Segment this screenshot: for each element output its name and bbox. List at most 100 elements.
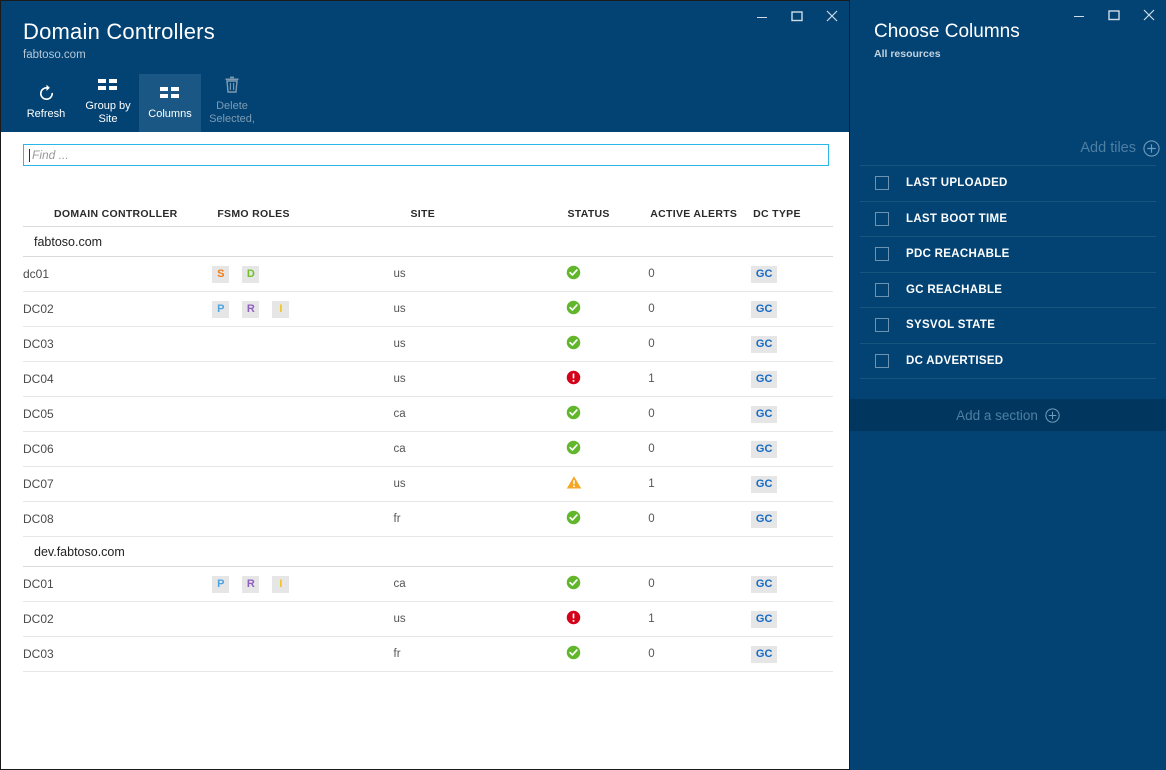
- cell-status: [566, 291, 649, 327]
- cell-site: us: [393, 361, 567, 397]
- cell-dc-type: GC: [751, 636, 833, 672]
- cell-status: [566, 431, 649, 467]
- table-row[interactable]: DC02 us 1 GC: [23, 601, 833, 637]
- column-option-label: SYSVOL STATE: [906, 319, 996, 332]
- table-row[interactable]: DC05 ca 0 GC: [23, 396, 833, 432]
- cell-dc-type: GC: [751, 396, 833, 432]
- table-row[interactable]: DC01 P R Ica 0 GC: [23, 566, 833, 602]
- fsmo-badge-p: P: [212, 575, 230, 593]
- page-subtitle: fabtoso.com: [23, 49, 86, 61]
- table-row[interactable]: dc01 S Dus 0 GC: [23, 256, 833, 292]
- domain-controllers-table: DOMAIN CONTROLLER FSMO ROLES SITE STATUS…: [23, 166, 833, 672]
- close-button[interactable]: [814, 1, 849, 31]
- maximize-icon: [1107, 10, 1120, 21]
- column-header-site[interactable]: SITE: [394, 166, 567, 227]
- delete-selected-label: Delete Selected,: [209, 100, 255, 125]
- cell-site: us: [393, 466, 567, 502]
- fsmo-badge-i: I: [272, 300, 290, 318]
- choose-columns-panel: Choose Columns All resources Add tiles L…: [850, 0, 1166, 770]
- search-wrap: Find ...: [1, 132, 849, 166]
- cell-site: ca: [393, 431, 567, 467]
- checkbox[interactable]: [875, 282, 889, 297]
- table-row[interactable]: DC03 us 0 GC: [23, 326, 833, 362]
- column-option-label: LAST BOOT TIME: [906, 212, 1008, 225]
- column-header-dc-type[interactable]: DC TYPE: [751, 166, 833, 227]
- table-row[interactable]: DC03 fr 0 GC: [23, 636, 833, 672]
- cell-fsmo-roles: [212, 501, 394, 537]
- gc-badge: GC: [751, 475, 778, 493]
- cell-domain-controller: DC03: [23, 326, 213, 362]
- column-option-sysvol-state[interactable]: SYSVOL STATE: [860, 308, 1156, 344]
- table-row[interactable]: DC08 fr 0 GC: [23, 501, 833, 537]
- plus-circle-icon: [1143, 139, 1160, 157]
- cell-fsmo-roles: SD: [212, 256, 394, 292]
- cell-domain-controller: DC05: [23, 396, 213, 432]
- cell-domain-controller: DC04: [23, 361, 213, 397]
- add-a-section-button[interactable]: Add a section: [850, 399, 1166, 431]
- table-row[interactable]: DC02 P R Ius 0 GC: [23, 291, 833, 327]
- checkbox[interactable]: [875, 176, 889, 191]
- cell-site: ca: [393, 396, 567, 432]
- gc-badge: GC: [751, 440, 778, 458]
- columns-label: Columns: [148, 108, 192, 120]
- minimize-icon: [756, 17, 767, 18]
- column-header-status[interactable]: STATUS: [566, 166, 648, 227]
- column-option-last-uploaded[interactable]: LAST UPLOADED: [860, 165, 1156, 202]
- search-placeholder: Find ...: [32, 148, 69, 162]
- plus-circle-icon: [1045, 407, 1060, 423]
- columns-button[interactable]: Columns: [139, 74, 201, 132]
- search-input[interactable]: Find ...: [23, 144, 829, 166]
- right-window-controls: [1061, 0, 1166, 30]
- minimize-icon: [1073, 16, 1084, 17]
- cell-status: [566, 466, 649, 502]
- fsmo-badge-s: S: [212, 265, 230, 283]
- cell-dc-type: GC: [751, 326, 833, 362]
- column-header-active-alerts[interactable]: ACTIVE ALERTS: [648, 166, 751, 227]
- table-row[interactable]: DC07 us 1 GC: [23, 466, 833, 502]
- column-option-gc-reachable[interactable]: GC REACHABLE: [860, 273, 1156, 308]
- column-option-dc-advertised[interactable]: DC ADVERTISED: [860, 344, 1156, 379]
- table-row[interactable]: DC04 us 1 GC: [23, 361, 833, 397]
- cell-status: [566, 636, 649, 672]
- maximize-button[interactable]: [779, 1, 814, 31]
- minimize-button[interactable]: [1061, 0, 1096, 30]
- panel-subtitle: All resources: [874, 48, 941, 60]
- table-body: fabtoso.com dc01 S Dus 0 GC DC02 P R Ius 0 GC DC03 us…: [23, 226, 833, 672]
- cell-active-alerts: 0: [648, 291, 752, 327]
- column-header-fsmo-roles[interactable]: FSMO ROLES: [212, 166, 393, 227]
- table-row[interactable]: DC06 ca 0 GC: [23, 431, 833, 467]
- status-ok-icon: [566, 440, 581, 458]
- cell-dc-type: GC: [751, 466, 833, 502]
- cell-fsmo-roles: [212, 466, 394, 502]
- left-title-block: Domain Controllers fabtoso.com: [1, 1, 849, 62]
- cell-site: us: [393, 326, 567, 362]
- cell-status: [566, 601, 649, 637]
- refresh-label: Refresh: [26, 108, 66, 120]
- delete-selected-button[interactable]: Delete Selected,: [201, 66, 263, 132]
- fsmo-badge-r: R: [242, 300, 260, 318]
- cell-site: us: [393, 601, 567, 637]
- status-ok-icon: [566, 510, 581, 528]
- cell-domain-controller: DC07: [23, 466, 213, 502]
- cell-active-alerts: 1: [648, 466, 752, 502]
- column-option-pdc-reachable[interactable]: PDC REACHABLE: [860, 237, 1156, 273]
- column-header-domain-controller[interactable]: DOMAIN CONTROLLER: [23, 166, 212, 227]
- column-option-last-boot-time[interactable]: LAST BOOT TIME: [860, 202, 1156, 237]
- group-by-site-button[interactable]: Group by Site: [77, 66, 139, 132]
- checkbox[interactable]: [875, 247, 889, 262]
- columns-grid-icon: [160, 82, 180, 104]
- cell-fsmo-roles: [212, 431, 394, 467]
- minimize-button[interactable]: [744, 1, 779, 31]
- refresh-button[interactable]: Refresh: [15, 74, 77, 132]
- cell-site: fr: [393, 636, 567, 672]
- checkbox[interactable]: [875, 318, 889, 333]
- cell-fsmo-roles: PRI: [212, 566, 394, 602]
- toolbar: Refresh Group by Site Columns Delete Sel…: [15, 66, 263, 132]
- checkbox[interactable]: [875, 211, 889, 226]
- fsmo-badge-i: I: [272, 575, 290, 593]
- cell-dc-type: GC: [751, 501, 833, 537]
- checkbox[interactable]: [875, 353, 889, 368]
- add-tiles-button[interactable]: Add tiles: [850, 131, 1166, 165]
- maximize-button[interactable]: [1096, 0, 1131, 30]
- close-button[interactable]: [1131, 0, 1166, 30]
